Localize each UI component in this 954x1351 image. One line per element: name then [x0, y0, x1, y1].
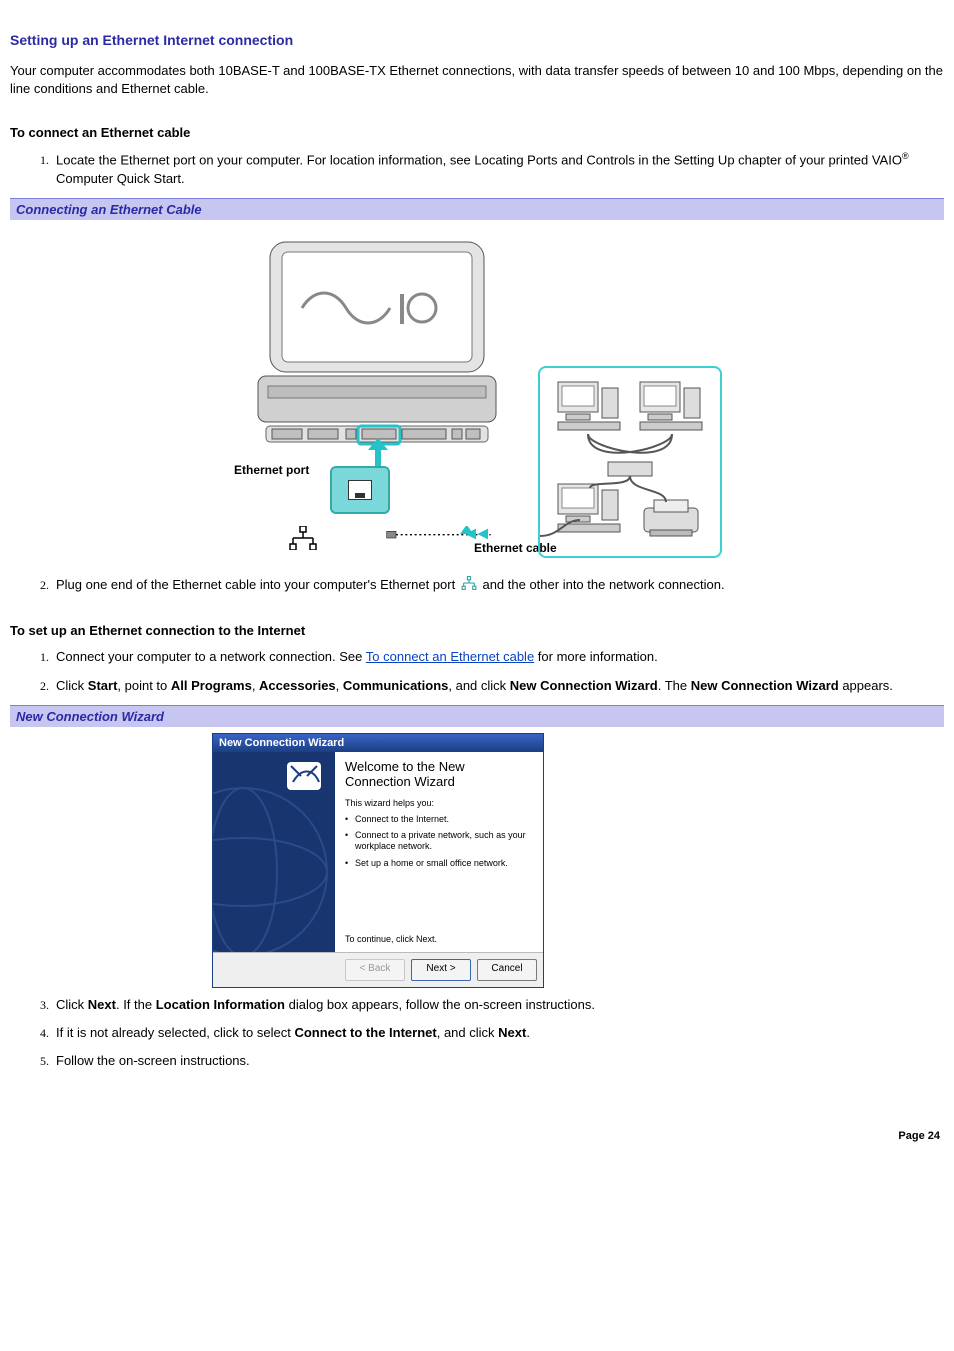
wizard-next-button: Next > [411, 959, 471, 981]
step-text: . If the [116, 997, 156, 1012]
step-text: , and click [437, 1025, 498, 1040]
figure-wrap: Ethernet port [10, 226, 944, 566]
step-text: Connect your computer to a network conne… [56, 649, 366, 664]
wizard-continue-text: To continue, click Next. [345, 934, 437, 944]
ui-new-connection-wizard: New Connection Wizard [510, 678, 658, 693]
step-click-next: Click Next. If the Location Information … [52, 996, 944, 1014]
wizard-bullet: Connect to a private network, such as yo… [345, 830, 533, 852]
ui-new-connection-wizard: New Connection Wizard [691, 678, 839, 693]
step-text: Click [56, 997, 88, 1012]
ethernet-port-zoom [330, 466, 390, 514]
step-text: Click [56, 678, 88, 693]
step-text: Computer Quick Start. [56, 171, 185, 186]
laptop-illustration [242, 236, 512, 466]
figure-wrap: New Connection Wizard Welcome [10, 733, 944, 988]
wizard-main-panel: Welcome to the New Connection Wizard Thi… [335, 752, 543, 952]
ui-start: Start [88, 678, 118, 693]
steps-setup-connection: Connect your computer to a network conne… [10, 648, 944, 694]
step-text: If it is not already selected, click to … [56, 1025, 294, 1040]
wizard-welcome-text: Welcome to the New Connection Wizard [345, 760, 533, 790]
link-connect-ethernet-cable[interactable]: To connect an Ethernet cable [366, 649, 534, 664]
wizard-back-button: < Back [345, 959, 405, 981]
ui-communications: Communications [343, 678, 448, 693]
ui-next: Next [498, 1025, 526, 1040]
registered-mark: ® [902, 151, 909, 161]
step-text: for more information. [534, 649, 658, 664]
page-number: Page 24 [10, 1130, 944, 1142]
page-title: Setting up an Ethernet Internet connecti… [10, 32, 944, 48]
intro-text: Your computer accommodates both 10BASE-T… [10, 62, 944, 97]
wizard-cancel-button: Cancel [477, 959, 537, 981]
step-text: . The [658, 678, 691, 693]
wizard-footer: < Back Next > Cancel [213, 952, 543, 987]
step-text: . [526, 1025, 530, 1040]
caption-connecting-cable: Connecting an Ethernet Cable [10, 198, 944, 220]
wizard-side-graphic [213, 752, 335, 952]
figure-ethernet-cable: Ethernet port [232, 226, 722, 566]
network-panel-illustration [538, 366, 722, 558]
wizard-helps-text: This wizard helps you: [345, 798, 533, 808]
step-text: , [252, 678, 259, 693]
step-text: dialog box appears, follow the on-screen… [285, 997, 595, 1012]
network-icon [461, 576, 477, 596]
subhead-connect-cable: To connect an Ethernet cable [10, 125, 944, 140]
step-text: and the other into the network connectio… [482, 577, 724, 592]
step-select-connect-internet: If it is not already selected, click to … [52, 1024, 944, 1042]
subhead-setup-connection: To set up an Ethernet connection to the … [10, 623, 944, 638]
step-text: appears. [839, 678, 893, 693]
steps-setup-connection-cont: Click Next. If the Location Information … [10, 996, 944, 1071]
steps-connect-cable-cont: Plug one end of the Ethernet cable into … [10, 576, 944, 596]
ui-all-programs: All Programs [171, 678, 252, 693]
wizard-bullet: Connect to the Internet. [345, 814, 533, 825]
label-ethernet-port: Ethernet port [234, 464, 314, 477]
step-follow-instructions: Follow the on-screen instructions. [52, 1052, 944, 1070]
wizard-window-illustration: New Connection Wizard Welcome [212, 733, 544, 988]
step-text: Locate the Ethernet port on your compute… [56, 152, 902, 167]
step-text: , [336, 678, 343, 693]
ui-connect-to-internet: Connect to the Internet [294, 1025, 436, 1040]
steps-connect-cable: Locate the Ethernet port on your compute… [10, 150, 944, 188]
step-text: , and click [448, 678, 509, 693]
ui-accessories: Accessories [259, 678, 336, 693]
wizard-titlebar: New Connection Wizard [213, 734, 543, 752]
step-open-wizard: Click Start, point to All Programs, Acce… [52, 677, 944, 695]
step-plug-cable: Plug one end of the Ethernet cable into … [52, 576, 944, 596]
ui-location-information: Location Information [156, 997, 285, 1012]
network-icon [288, 526, 318, 556]
step-text: Plug one end of the Ethernet cable into … [56, 577, 459, 592]
step-locate-port: Locate the Ethernet port on your compute… [52, 150, 944, 188]
ui-next: Next [88, 997, 116, 1012]
step-text: , point to [117, 678, 170, 693]
caption-new-connection-wizard: New Connection Wizard [10, 705, 944, 727]
wizard-bullet: Set up a home or small office network. [345, 858, 533, 869]
step-connect-network: Connect your computer to a network conne… [52, 648, 944, 666]
